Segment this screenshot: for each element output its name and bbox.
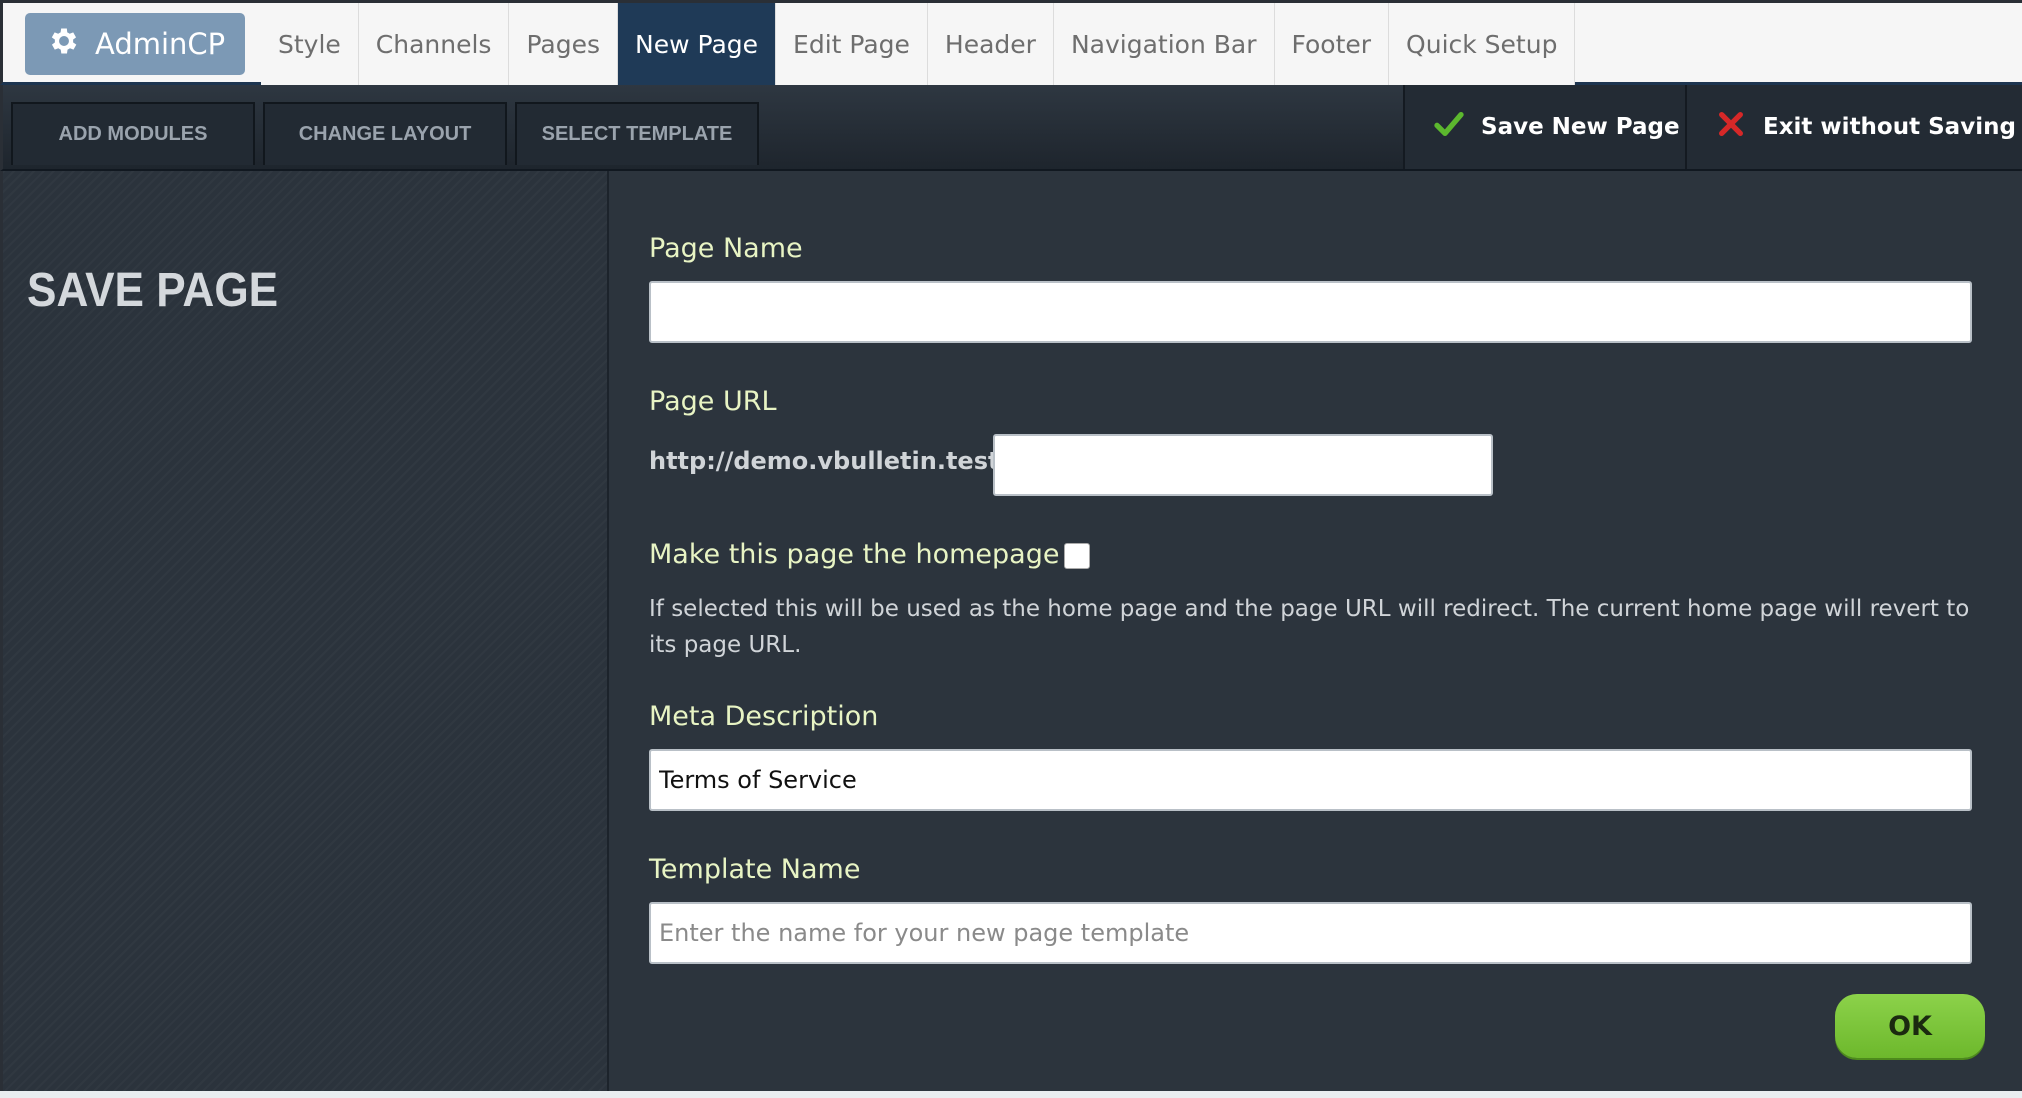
- tab-pages[interactable]: Pages: [509, 3, 619, 85]
- gear-icon: [47, 24, 81, 65]
- save-new-page-label: Save New Page: [1481, 114, 1680, 140]
- editor-toolbar: ADD MODULES CHANGE LAYOUT SELECT TEMPLAT…: [0, 85, 2022, 171]
- sidebar-panel: SAVE PAGE: [0, 171, 609, 1091]
- tab-footer[interactable]: Footer: [1274, 3, 1390, 85]
- tab-navigation-bar[interactable]: Navigation Bar: [1053, 3, 1275, 85]
- tab-quick-setup[interactable]: Quick Setup: [1389, 3, 1576, 85]
- change-layout-button[interactable]: CHANGE LAYOUT: [263, 102, 507, 165]
- exit-without-saving-label: Exit without Saving: [1763, 114, 2016, 140]
- admincp-button[interactable]: AdminCP: [25, 13, 245, 75]
- save-page-form: Page Name Page URL http://demo.vbulletin…: [609, 171, 2022, 1091]
- add-modules-button[interactable]: ADD MODULES: [11, 102, 255, 165]
- tab-style[interactable]: Style: [261, 3, 359, 85]
- tab-header[interactable]: Header: [927, 3, 1054, 85]
- tab-edit-page[interactable]: Edit Page: [776, 3, 928, 85]
- ok-button[interactable]: OK: [1835, 994, 1985, 1058]
- top-nav-bar: AdminCP Style Channels Pages New Page Ed…: [0, 0, 2022, 85]
- page-url-prefix: http://demo.vbulletin.test/: [649, 447, 1009, 475]
- tab-strip: Style Channels Pages New Page Edit Page …: [261, 3, 1576, 85]
- checkmark-icon: [1433, 108, 1465, 146]
- page-name-label: Page Name: [649, 233, 803, 264]
- tab-new-page[interactable]: New Page: [618, 3, 777, 85]
- meta-description-label: Meta Description: [649, 701, 879, 732]
- save-new-page-button[interactable]: Save New Page: [1403, 85, 1685, 169]
- page-url-label: Page URL: [649, 386, 777, 417]
- close-icon: [1715, 108, 1747, 146]
- page-name-input[interactable]: [649, 281, 1972, 343]
- exit-without-saving-button[interactable]: Exit without Saving: [1685, 85, 2022, 169]
- meta-description-input[interactable]: [649, 749, 1972, 811]
- page-url-input[interactable]: [993, 434, 1493, 496]
- page-title: SAVE PAGE: [27, 264, 279, 317]
- homepage-checkbox[interactable]: [1064, 543, 1090, 569]
- template-name-input[interactable]: [649, 902, 1972, 964]
- tab-channels[interactable]: Channels: [358, 3, 510, 85]
- admincp-label: AdminCP: [95, 27, 226, 61]
- homepage-help-text: If selected this will be used as the hom…: [649, 596, 1970, 658]
- select-template-button[interactable]: SELECT TEMPLATE: [515, 102, 759, 165]
- bottom-divider: [0, 1091, 2022, 1098]
- homepage-label: Make this page the homepage: [649, 539, 1060, 570]
- template-name-label: Template Name: [649, 854, 861, 885]
